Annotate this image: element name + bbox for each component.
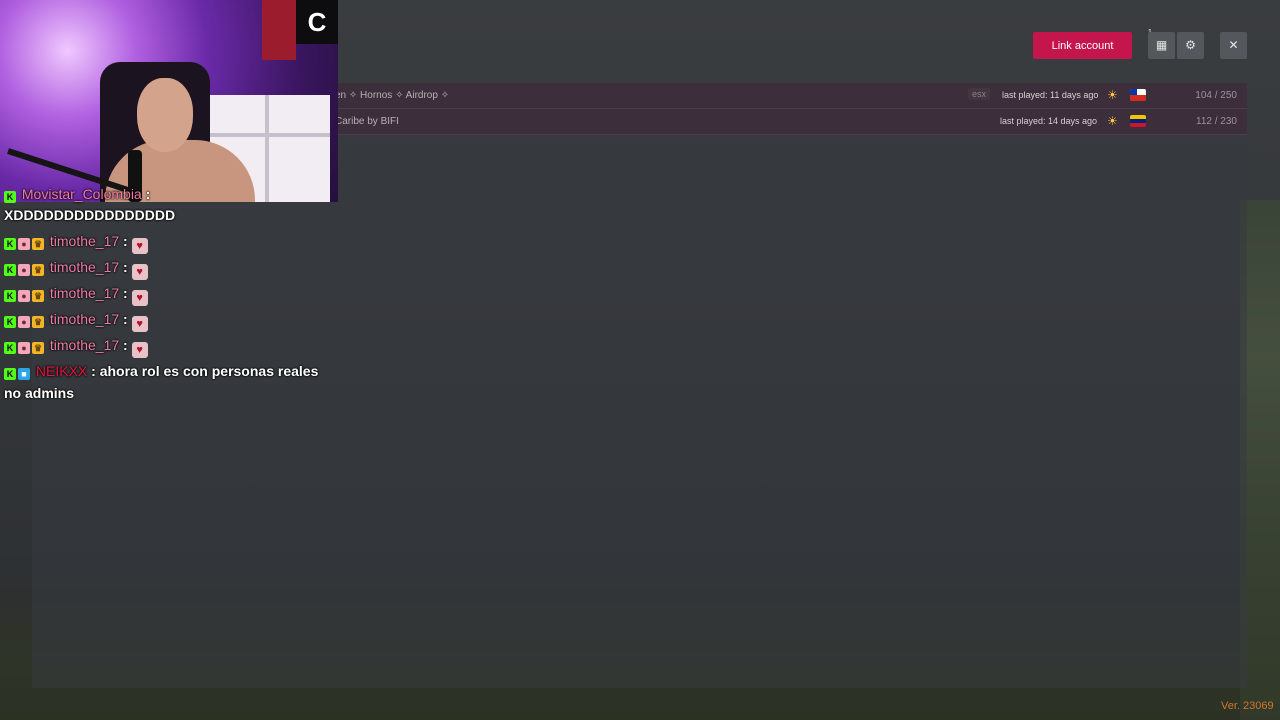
- chat-separator: :: [119, 337, 128, 353]
- crown-badge-icon: ♛: [32, 264, 44, 276]
- channel-logo-icon: C: [296, 0, 338, 44]
- subscriber-badge-icon: ●: [18, 290, 30, 302]
- crown-badge-icon: ♛: [32, 238, 44, 250]
- server-player-count: 112 / 230: [1196, 116, 1237, 127]
- chat-separator: :: [119, 285, 128, 301]
- venezuela-flag-icon: [1130, 115, 1146, 127]
- stream-chat: K Movistar_Colombia : XDDDDDDDDDDDDDDDD …: [4, 186, 334, 404]
- sun-icon: ☀: [1107, 88, 1118, 102]
- kick-badge-icon: K: [4, 368, 16, 380]
- close-button[interactable]: ✕: [1220, 32, 1247, 59]
- subscriber-badge-icon: ●: [18, 238, 30, 250]
- chat-username: timothe_17: [49, 233, 120, 249]
- chat-separator: :: [119, 311, 128, 327]
- emote-icon: ♥: [131, 238, 148, 254]
- kick-badge-icon: K: [4, 290, 16, 302]
- chat-message: K ■ NEIKXX : ahora rol es con personas re…: [4, 358, 334, 404]
- notifications-icon: ▦: [1155, 38, 1168, 52]
- close-icon: ✕: [1228, 38, 1239, 52]
- chat-username: timothe_17: [49, 337, 120, 353]
- server-last-played: last played: 11 days ago: [1002, 90, 1099, 100]
- chat-message: K ● ♛ timothe_17 : ♥: [4, 332, 334, 358]
- kick-badge-icon: K: [4, 342, 16, 354]
- server-name: Caribe by BIFI: [335, 116, 399, 127]
- chat-username: timothe_17: [49, 259, 120, 275]
- settings-button[interactable]: ⚙: [1177, 32, 1204, 59]
- chat-message: XDDDDDDDDDDDDDDDD: [4, 202, 334, 228]
- chat-message: K Movistar_Colombia :: [4, 182, 334, 203]
- kick-badge-icon: K: [4, 238, 16, 250]
- crown-badge-icon: ♛: [32, 316, 44, 328]
- crown-badge-icon: ♛: [32, 290, 44, 302]
- chat-username: timothe_17: [49, 311, 120, 327]
- chat-separator: :: [119, 259, 128, 275]
- chat-username: Movistar_Colombia: [21, 186, 142, 202]
- kick-badge-icon: K: [4, 264, 16, 276]
- emote-icon: ♥: [131, 316, 148, 332]
- chat-message: K ● ♛ timothe_17 : ♥: [4, 280, 334, 306]
- chile-flag-icon: [1130, 89, 1146, 101]
- notifications-button[interactable]: ▦: [1148, 32, 1175, 59]
- emote-icon: ♥: [131, 264, 148, 280]
- cube-badge-icon: ■: [18, 368, 30, 380]
- crown-badge-icon: ♛: [32, 342, 44, 354]
- subscriber-badge-icon: ●: [18, 342, 30, 354]
- link-account-button[interactable]: Link account: [1033, 32, 1132, 59]
- server-last-played: last played: 14 days ago: [1000, 116, 1098, 126]
- chat-separator: :: [87, 363, 96, 379]
- chat-separator: :: [141, 186, 151, 202]
- chat-username: timothe_17: [49, 285, 120, 301]
- sun-icon: ☀: [1107, 114, 1118, 128]
- chat-separator: :: [119, 233, 128, 249]
- gear-icon: ⚙: [1185, 38, 1196, 52]
- chat-username: NEIKXX: [35, 363, 88, 379]
- emote-icon: ♥: [131, 342, 148, 358]
- server-name: en ✧ Hornos ✧ Airdrop ✧: [335, 90, 450, 101]
- subscriber-badge-icon: ●: [18, 264, 30, 276]
- chat-message: K ● ♛ timothe_17 : ♥: [4, 254, 334, 280]
- streamer-webcam: C: [0, 0, 338, 202]
- kick-badge-icon: K: [4, 316, 16, 328]
- server-framework-tag: esx: [968, 88, 991, 100]
- subscriber-badge-icon: ●: [18, 316, 30, 328]
- version-label: Ver. 23069: [1221, 700, 1274, 712]
- webcam-background-panel: [262, 0, 296, 60]
- server-player-count: 104 / 250: [1195, 90, 1237, 101]
- emote-icon: ♥: [131, 290, 148, 306]
- chat-message: K ● ♛ timothe_17 : ♥: [4, 306, 334, 332]
- chat-message: K ● ♛ timothe_17 : ♥: [4, 228, 334, 254]
- chat-text: XDDDDDDDDDDDDDDDD: [4, 207, 176, 223]
- webcam-person-head: [137, 78, 193, 152]
